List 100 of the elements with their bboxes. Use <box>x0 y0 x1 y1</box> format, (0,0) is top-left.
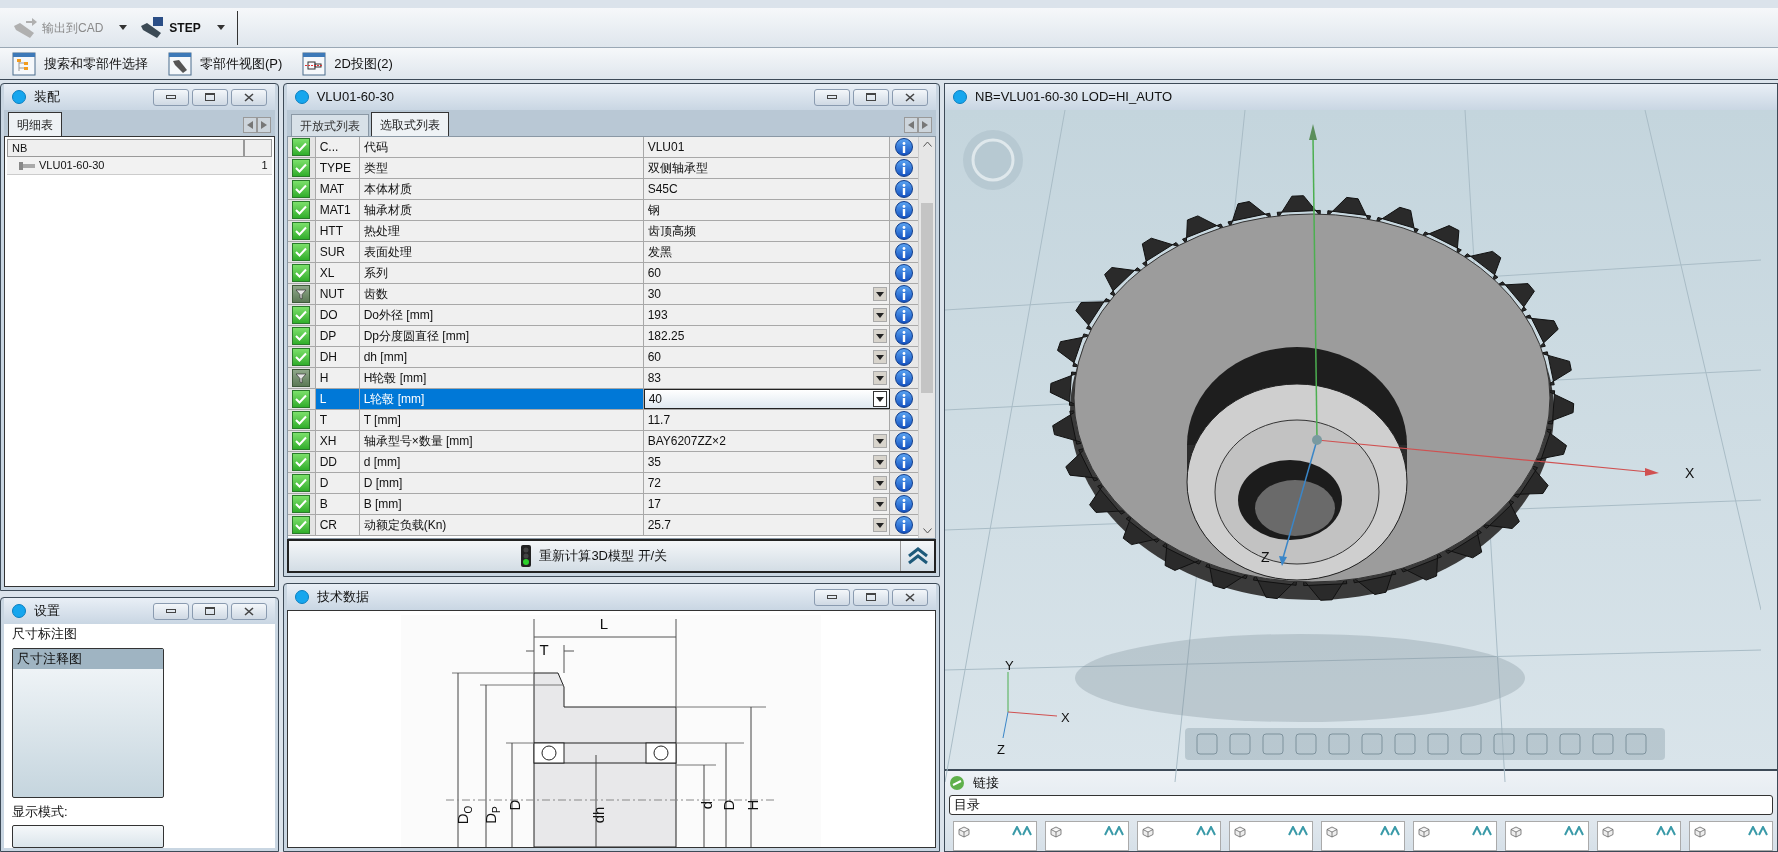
checkmark-icon[interactable] <box>292 264 311 282</box>
code-cell: D <box>315 473 360 493</box>
code-cell: C... <box>315 137 360 157</box>
catalog-thumbnail[interactable] <box>1229 821 1313 851</box>
checkmark-icon[interactable] <box>292 306 311 324</box>
info-icon[interactable] <box>895 474 913 492</box>
bolt-icon <box>19 161 35 170</box>
toolbar-button[interactable]: 2D投图(2) <box>302 51 393 76</box>
catalog-thumbnail[interactable] <box>1321 821 1405 851</box>
catalog-thumbnail[interactable] <box>1045 821 1129 851</box>
checkmark-icon[interactable] <box>292 243 311 261</box>
catalog-thumbnail[interactable] <box>953 821 1037 851</box>
dimension-label: T <box>539 641 549 658</box>
value-dropdown[interactable]: 60 <box>643 347 890 367</box>
maximize-button[interactable] <box>191 88 228 106</box>
value-dropdown[interactable]: 193 <box>643 305 890 325</box>
list-item[interactable]: 尺寸注释图 <box>13 648 163 669</box>
checkmark-icon[interactable] <box>292 432 311 450</box>
checkmark-icon[interactable] <box>292 474 311 492</box>
filter-icon[interactable] <box>292 369 311 387</box>
info-icon[interactable] <box>895 138 913 156</box>
info-icon[interactable] <box>895 411 913 429</box>
field-label: 显示模式: <box>12 802 69 821</box>
checkmark-icon[interactable] <box>292 180 311 198</box>
info-icon[interactable] <box>895 201 913 219</box>
maximize-button[interactable] <box>853 588 889 606</box>
column-header[interactable]: NB <box>7 139 244 157</box>
value-dropdown[interactable]: 25.7 <box>643 515 890 535</box>
scrollbar-thumb[interactable] <box>921 202 933 393</box>
info-icon[interactable] <box>895 432 913 450</box>
field-label: 尺寸标注图 <box>12 625 78 643</box>
checkmark-icon[interactable] <box>292 495 311 513</box>
minimize-button[interactable] <box>152 602 189 620</box>
value-dropdown[interactable]: 40 <box>643 389 890 409</box>
info-icon[interactable] <box>895 306 913 324</box>
catalog-thumbnail[interactable] <box>1689 821 1773 851</box>
catalog-bar[interactable]: 目录 <box>949 795 1773 815</box>
display-mode-listbox[interactable] <box>12 825 164 848</box>
info-icon[interactable] <box>895 495 913 513</box>
scroll-left-icon[interactable] <box>242 117 257 133</box>
tab[interactable]: 明细表 <box>8 112 62 136</box>
value-dropdown[interactable]: BAY6207ZZ×2 <box>643 431 890 451</box>
value-dropdown[interactable]: 182.25 <box>643 326 890 346</box>
info-icon[interactable] <box>895 222 913 240</box>
value-dropdown[interactable]: 72 <box>643 473 890 493</box>
minimize-button[interactable] <box>814 588 850 606</box>
close-button[interactable] <box>892 588 928 606</box>
checkmark-icon[interactable] <box>292 453 311 471</box>
close-button[interactable] <box>892 88 928 106</box>
info-icon[interactable] <box>895 243 913 261</box>
value-dropdown[interactable]: 30 <box>643 284 890 304</box>
checkmark-icon[interactable] <box>292 411 311 429</box>
scroll-left-icon[interactable] <box>904 117 918 133</box>
info-icon[interactable] <box>895 369 913 387</box>
maximize-button[interactable] <box>853 88 889 106</box>
info-icon[interactable] <box>895 285 913 303</box>
info-icon[interactable] <box>895 453 913 471</box>
filter-icon[interactable] <box>292 285 311 303</box>
checkmark-icon[interactable] <box>292 348 311 366</box>
catalog-thumbnail[interactable] <box>1137 821 1221 851</box>
maximize-button[interactable] <box>191 602 228 620</box>
toolbar-button[interactable]: 零部件视图(P) <box>168 51 283 76</box>
dimension-listbox[interactable]: 尺寸注释图 <box>12 647 164 798</box>
minimize-button[interactable] <box>814 88 850 106</box>
close-icon <box>905 92 915 102</box>
checkmark-icon[interactable] <box>292 222 311 240</box>
info-icon[interactable] <box>895 348 913 366</box>
value-dropdown[interactable]: 35 <box>643 452 890 472</box>
tree-row[interactable]: VLU01-60-30 <box>7 157 244 175</box>
checkmark-icon[interactable] <box>292 138 311 156</box>
close-button[interactable] <box>230 602 267 620</box>
scroll-right-icon[interactable] <box>918 117 932 133</box>
info-icon[interactable] <box>895 327 913 345</box>
scrollbar[interactable] <box>918 137 935 538</box>
catalog-thumbnail[interactable] <box>1597 821 1681 851</box>
checkmark-icon[interactable] <box>292 201 311 219</box>
catalog-thumbnail[interactable] <box>1413 821 1497 851</box>
toolbar-button[interactable]: 搜索和零部件选择 <box>12 51 148 76</box>
info-icon[interactable] <box>895 390 913 408</box>
name-cell: B [mm] <box>359 494 644 514</box>
checkmark-icon[interactable] <box>292 516 311 534</box>
info-icon[interactable] <box>895 180 913 198</box>
minimize-button[interactable] <box>152 88 189 106</box>
tab[interactable]: 选取式列表 <box>370 112 449 136</box>
export-button[interactable]: STEP <box>139 16 225 39</box>
info-icon[interactable] <box>895 264 913 282</box>
info-icon[interactable] <box>895 159 913 177</box>
checkmark-icon[interactable] <box>292 390 311 408</box>
tab[interactable]: 开放式列表 <box>290 114 369 136</box>
catalog-thumbnail[interactable] <box>1505 821 1589 851</box>
name-cell: D [mm] <box>359 473 644 493</box>
value-dropdown[interactable]: 17 <box>643 494 890 514</box>
checkmark-icon[interactable] <box>292 327 311 345</box>
close-button[interactable] <box>230 88 267 106</box>
info-icon[interactable] <box>895 516 913 534</box>
value-dropdown[interactable]: 83 <box>643 368 890 388</box>
caret-down-icon[interactable] <box>216 25 225 30</box>
scroll-up-icon[interactable] <box>922 141 932 147</box>
checkmark-icon[interactable] <box>292 159 311 177</box>
scroll-down-icon[interactable] <box>922 528 932 534</box>
